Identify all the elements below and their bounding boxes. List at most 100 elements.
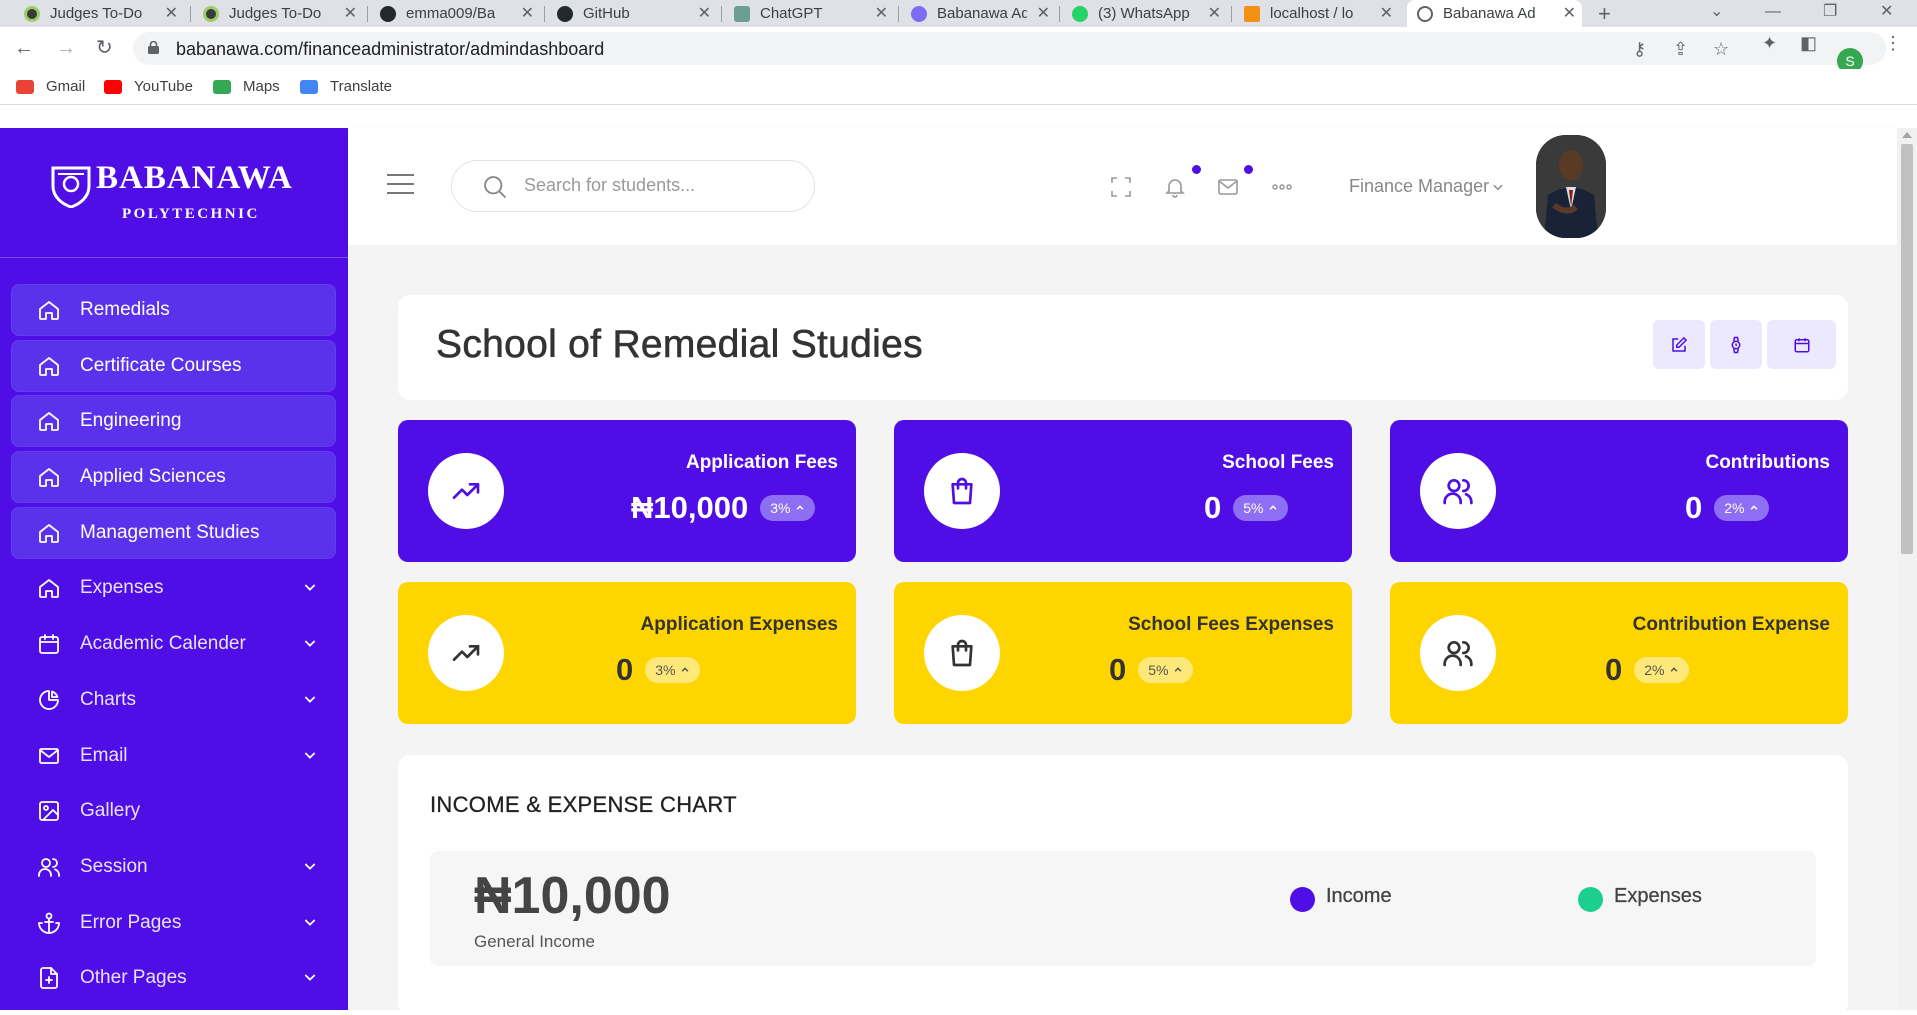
sidebar-item-label: Certificate Courses (80, 354, 242, 376)
sidebar-item-label: Academic Calender (80, 633, 246, 655)
sidebar-item-gallery[interactable]: Gallery (11, 785, 336, 837)
tab-close-icon[interactable]: ✕ (1208, 3, 1221, 23)
stat-icon-circle (1420, 615, 1496, 691)
chevron-down-icon[interactable] (302, 579, 318, 595)
sidebar-item-academic-calender[interactable]: Academic Calender (11, 618, 336, 670)
bookmark-maps[interactable]: Maps (213, 78, 280, 95)
stat-card-application-expenses[interactable]: Application Expenses 0 3% (398, 582, 856, 724)
sidebar-item-label: Management Studies (80, 521, 260, 543)
sidebar-item-charts[interactable]: Charts (11, 674, 336, 726)
phpmyadmin-icon (1244, 5, 1260, 22)
sidebar-item-certificate-courses[interactable]: Certificate Courses (11, 339, 336, 392)
tab-close-icon[interactable]: ✕ (165, 3, 178, 23)
watch-button[interactable] (1710, 320, 1762, 369)
hamburger-menu-icon[interactable] (387, 174, 414, 195)
chevron-down-icon[interactable] (302, 635, 318, 651)
omnibox[interactable]: babanawa.com/financeadministrator/admind… (133, 32, 1886, 65)
mail-icon (39, 747, 59, 764)
browser-tab-active[interactable]: Babanawa Ad ✕ (1407, 0, 1582, 27)
user-avatar[interactable] (1536, 135, 1606, 238)
minimize-button[interactable]: — (1765, 0, 1781, 24)
student-search[interactable] (451, 160, 815, 212)
browser-tab[interactable]: localhost / lo ✕ (1234, 0, 1399, 27)
tab-close-icon[interactable]: ✕ (344, 3, 357, 23)
scrollbar-thumb[interactable] (1901, 144, 1913, 554)
page-scrollbar[interactable] (1897, 128, 1917, 1010)
browser-tab[interactable]: Babanawa Ad ✕ (901, 0, 1056, 27)
legend-income[interactable]: Income (1290, 881, 1392, 912)
extensions-icon[interactable]: ✦ (1762, 33, 1777, 54)
browser-tab[interactable]: emma009/Ba ✕ (370, 0, 540, 27)
sidebar-item-management-studies[interactable]: Management Studies (11, 506, 336, 559)
chevron-down-icon (1493, 184, 1503, 191)
stat-card-school-fees[interactable]: School Fees 0 5% (894, 420, 1352, 562)
page-header-card: School of Remedial Studies (398, 295, 1848, 400)
sidebar-item-label: Gallery (80, 800, 141, 822)
tab-close-icon[interactable]: ✕ (1037, 3, 1050, 23)
new-tab-button[interactable]: + (1598, 0, 1611, 27)
sidebar-item-applied-sciences[interactable]: Applied Sciences (11, 451, 336, 504)
chevron-down-icon[interactable] (302, 969, 318, 985)
bookmark-gmail[interactable]: Gmail (16, 78, 85, 95)
sidebar-item-remedials[interactable]: Remedials (11, 284, 336, 336)
fullscreen-icon[interactable] (1109, 175, 1133, 199)
tab-search-chevron-icon[interactable]: ⌄ (1710, 0, 1723, 24)
home-icon (39, 301, 59, 320)
bookmark-youtube[interactable]: YouTube (104, 78, 193, 95)
sidebar-item-engineering[interactable]: Engineering (11, 395, 336, 448)
sidebar-item-label: Remedials (80, 299, 170, 320)
trending-up-icon (452, 483, 480, 499)
close-window-button[interactable]: ✕ (1880, 0, 1893, 24)
back-button[interactable]: ← (14, 37, 34, 59)
user-role-dropdown[interactable]: Finance Manager (1349, 176, 1505, 197)
more-options-icon[interactable] (1270, 175, 1294, 199)
forward-button[interactable]: → (56, 37, 76, 59)
notification-bell-icon[interactable] (1163, 175, 1187, 199)
side-panel-icon[interactable]: ◧ (1800, 33, 1817, 54)
stat-value: 0 (616, 652, 634, 687)
users-icon (1443, 641, 1473, 667)
sidebar-item-label: Session (80, 855, 148, 877)
tab-close-icon[interactable]: ✕ (698, 3, 711, 23)
chevron-down-icon[interactable] (302, 747, 318, 763)
messages-mail-icon[interactable] (1216, 175, 1240, 199)
legend-expenses[interactable]: Expenses (1578, 881, 1702, 912)
edit-button[interactable] (1653, 320, 1705, 369)
sidebar-item-email[interactable]: Email (11, 730, 336, 782)
chevron-down-icon[interactable] (302, 691, 318, 707)
bookmark-translate[interactable]: Translate (300, 78, 392, 95)
sidebar-item-label: Engineering (80, 410, 182, 432)
search-input[interactable] (524, 175, 784, 196)
share-icon[interactable]: ⇪ (1673, 39, 1688, 60)
sidebar-item-expenses[interactable]: Expenses (11, 562, 336, 614)
key-icon[interactable]: ⚷ (1633, 39, 1646, 60)
stat-card-contributions[interactable]: Contributions 0 2% (1390, 420, 1848, 562)
browser-tab[interactable]: Judges To-Do ✕ (193, 0, 363, 27)
bookmark-star-icon[interactable]: ☆ (1713, 39, 1729, 60)
browser-tab[interactable]: (3) WhatsApp ✕ (1062, 0, 1227, 27)
restore-button[interactable]: ❐ (1823, 0, 1837, 24)
reload-button[interactable]: ↻ (96, 37, 113, 59)
stat-value: 0 (1109, 652, 1127, 687)
more-menu-icon[interactable]: ⋮ (1884, 33, 1902, 54)
stat-card-school-fees-expenses[interactable]: School Fees Expenses 0 5% (894, 582, 1352, 724)
users-icon (1443, 479, 1473, 505)
tab-close-icon[interactable]: ✕ (875, 3, 888, 23)
tab-close-icon[interactable]: ✕ (1563, 3, 1576, 23)
browser-tab[interactable]: GitHub ✕ (547, 0, 717, 27)
chevron-down-icon[interactable] (302, 914, 318, 930)
tab-close-icon[interactable]: ✕ (521, 3, 534, 23)
browser-tab[interactable]: ChatGPT ✕ (724, 0, 894, 27)
stat-label: Contributions (1705, 452, 1830, 473)
chevron-down-icon[interactable] (302, 858, 318, 874)
browser-tab[interactable]: Judges To-Do ✕ (14, 0, 184, 27)
image-icon (39, 801, 59, 822)
stat-card-contribution-expense[interactable]: Contribution Expense 0 2% (1390, 582, 1848, 724)
sidebar-item-session[interactable]: Session (11, 841, 336, 893)
calendar-button[interactable] (1767, 320, 1836, 369)
tab-close-icon[interactable]: ✕ (1380, 3, 1393, 23)
sidebar-item-error-pages[interactable]: Error Pages (11, 897, 336, 949)
stat-change-badge: 3% (760, 495, 816, 521)
stat-card-application-fees[interactable]: Application Fees ₦10,000 3% (398, 420, 856, 562)
sidebar-item-other-pages[interactable]: Other Pages (11, 952, 336, 1004)
